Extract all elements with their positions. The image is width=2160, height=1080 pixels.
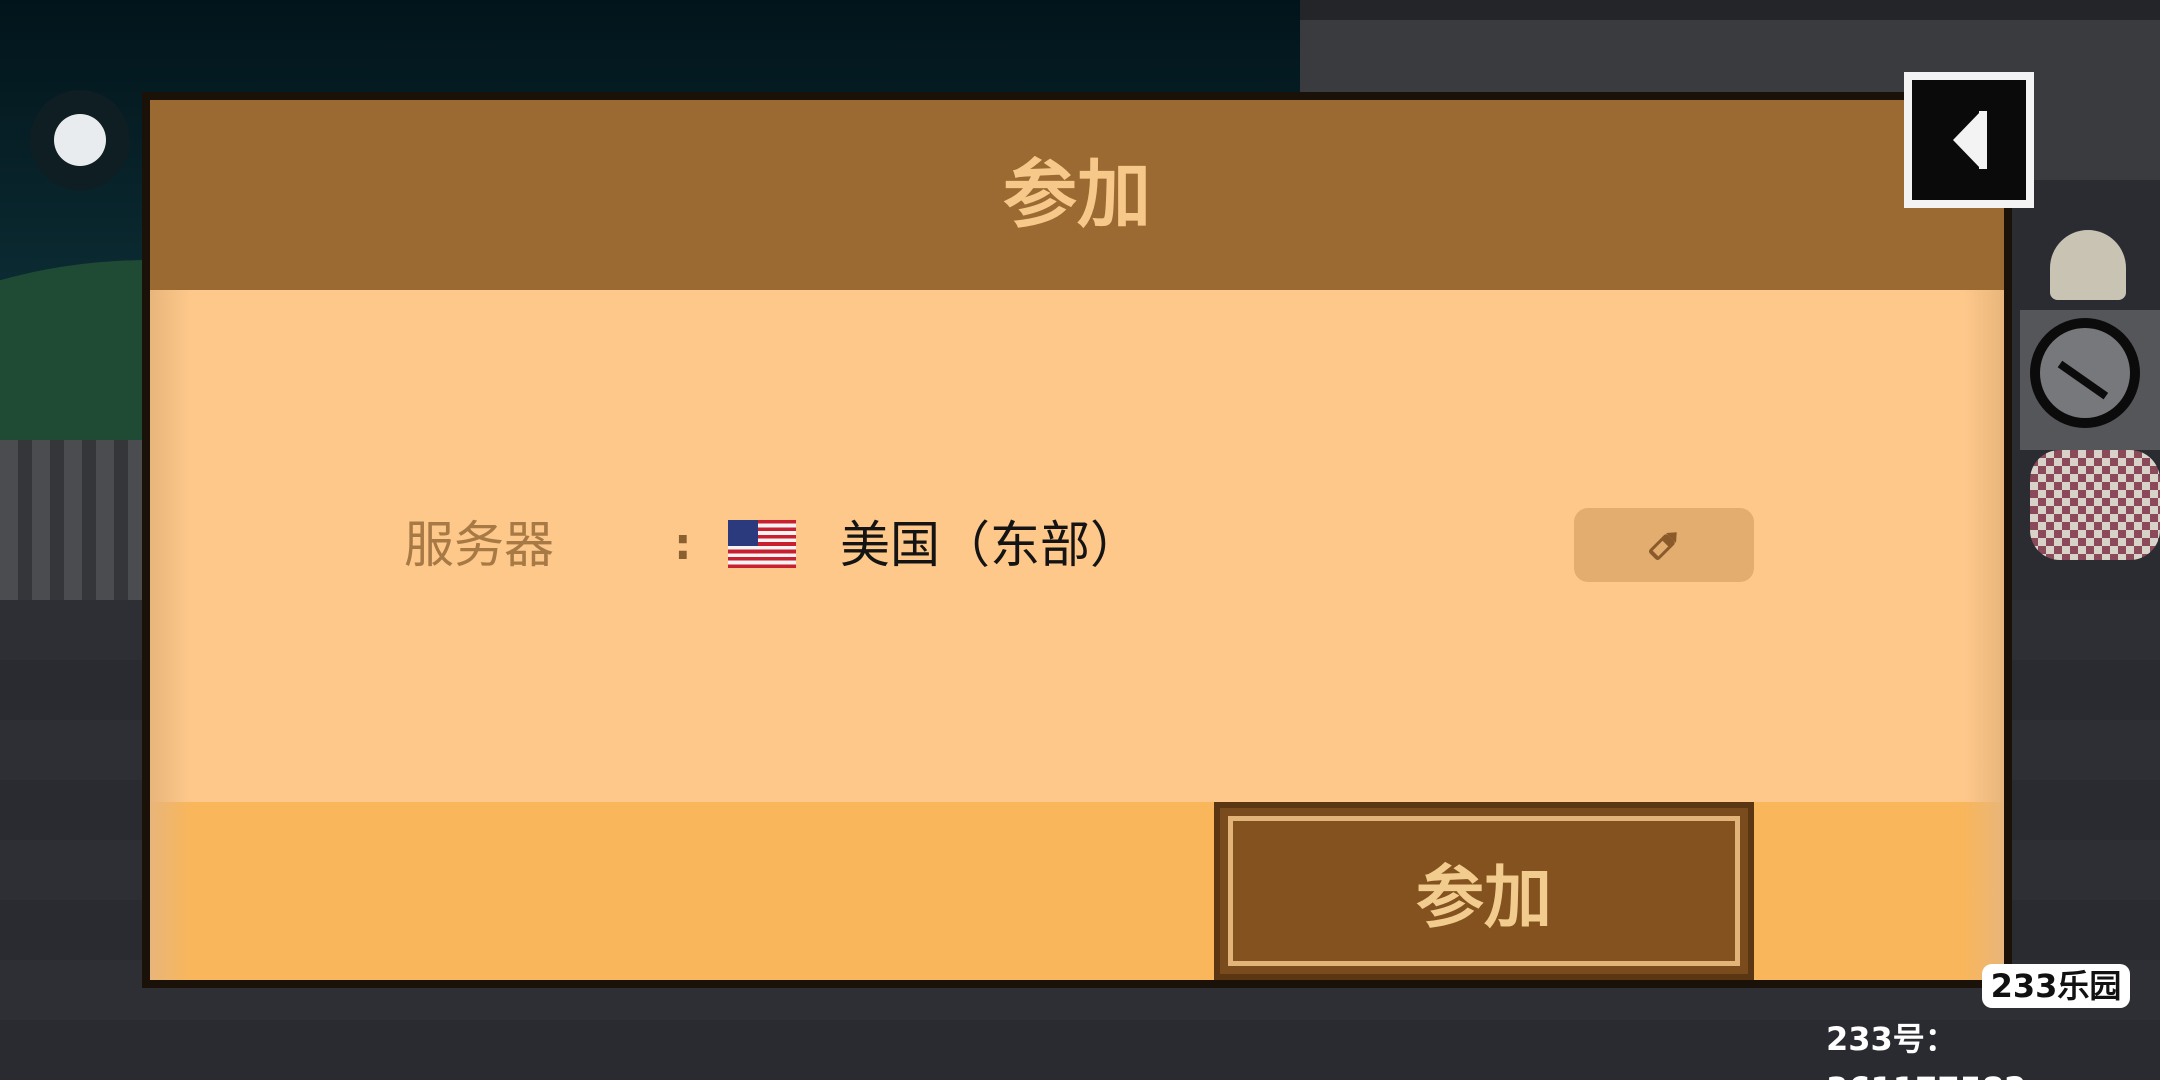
dialog-title: 参加 bbox=[1003, 152, 1151, 238]
fence-background bbox=[0, 440, 150, 600]
watermark-id: 233号： 361177582 bbox=[1826, 1020, 2026, 1080]
plant-pot-decoration bbox=[2030, 450, 2160, 560]
join-button[interactable]: 参加 bbox=[1214, 802, 1754, 980]
server-separator: : bbox=[674, 519, 692, 570]
watermark-logo: 233乐园 bbox=[1982, 964, 2130, 1008]
pencil-icon bbox=[1648, 532, 1677, 561]
game-scene: 参加 服务器 : 美国（东部） 参加 233乐园 233号： 361177582 bbox=[0, 0, 2160, 1080]
join-button-label: 参加 bbox=[1415, 858, 1552, 938]
us-flag-canton bbox=[728, 520, 758, 546]
triangle-left-icon bbox=[1953, 111, 1987, 169]
edit-server-button[interactable] bbox=[1574, 508, 1754, 582]
circle-icon bbox=[54, 114, 106, 166]
clock-icon bbox=[2030, 318, 2140, 428]
server-label: 服务器 bbox=[404, 516, 554, 574]
back-button[interactable] bbox=[1904, 72, 2034, 208]
lamp-bulb-decoration bbox=[2050, 230, 2126, 300]
dialog-edge-right bbox=[1964, 290, 2004, 980]
server-value: 美国（东部） bbox=[840, 516, 1140, 574]
menu-circle-button[interactable] bbox=[30, 90, 130, 190]
dialog-edge-left bbox=[150, 290, 190, 980]
join-button-frame: 参加 bbox=[1228, 816, 1740, 966]
